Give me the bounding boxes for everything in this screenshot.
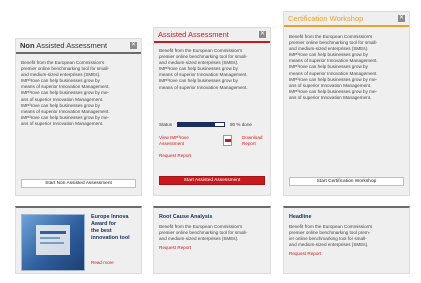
- assisted-assessment-card: Assisted Assessment ✕ Benefit from the E…: [153, 27, 271, 196]
- card-title: Certification Workshop: [288, 14, 364, 23]
- pdf-icon[interactable]: [223, 135, 232, 146]
- header-rule: [284, 25, 409, 27]
- card-description: Benefit from the European Commission's p…: [21, 60, 110, 126]
- card-description: Benefit from the European Commission's p…: [289, 34, 378, 100]
- card-header: Non Assisted Assessment ✕: [16, 39, 141, 52]
- progress-bar: [177, 122, 225, 127]
- view-assessment-link[interactable]: View IMP³rove Assessment: [159, 135, 189, 147]
- non-assisted-assessment-card: Non Assisted Assessment ✕ Benefit from t…: [15, 38, 142, 196]
- close-icon[interactable]: ✕: [259, 31, 266, 38]
- certification-workshop-card: Certification Workshop ✕ Benefit from th…: [283, 11, 410, 196]
- card-title: Assisted Assessment: [34, 41, 108, 50]
- header-rule: [16, 52, 141, 54]
- card-header: Certification Workshop ✕: [284, 12, 409, 25]
- start-assisted-button[interactable]: Start Assisted Assessment: [159, 176, 265, 185]
- award-title: Europe Innova Award for the best innovat…: [91, 214, 130, 241]
- card-description: Benefit from the European Commission's p…: [159, 48, 248, 90]
- start-certification-button[interactable]: Start Certification Workshop: [289, 177, 404, 186]
- header-rule: [154, 41, 270, 43]
- award-image: [21, 214, 85, 271]
- card-header: Assisted Assessment ✕: [154, 28, 270, 41]
- close-icon[interactable]: ✕: [398, 15, 405, 22]
- request-report-link[interactable]: Request Report: [159, 153, 191, 159]
- root-cause-request-link[interactable]: Request Report: [159, 245, 191, 251]
- read-more-link[interactable]: Read more: [91, 260, 114, 266]
- headline-request-link[interactable]: Request Report: [289, 251, 321, 257]
- status-label: Status: [159, 122, 173, 127]
- root-cause-description: Benefit from the European Commission's p…: [159, 224, 248, 242]
- card-title: Assisted Assessment: [158, 30, 229, 39]
- headline-description: Benefit from the European Commission's p…: [289, 224, 373, 248]
- root-cause-title: Root Cause Analysis: [159, 214, 213, 220]
- status-value: 80 % done: [230, 122, 252, 127]
- download-report-link[interactable]: Download Report: [242, 135, 262, 147]
- progress-fill: [178, 123, 215, 126]
- start-non-assisted-button[interactable]: Start Non Assisted Assessment: [21, 179, 136, 188]
- card-title-bold: Non: [20, 41, 35, 50]
- award-card: Europe Innova Award for the best innovat…: [15, 206, 142, 274]
- root-cause-card: Root Cause Analysis Benefit from the Eur…: [153, 206, 271, 274]
- close-icon[interactable]: ✕: [130, 42, 137, 49]
- headline-title: Headline: [289, 214, 312, 220]
- headline-card: Headline Benefit from the European Commi…: [283, 206, 410, 274]
